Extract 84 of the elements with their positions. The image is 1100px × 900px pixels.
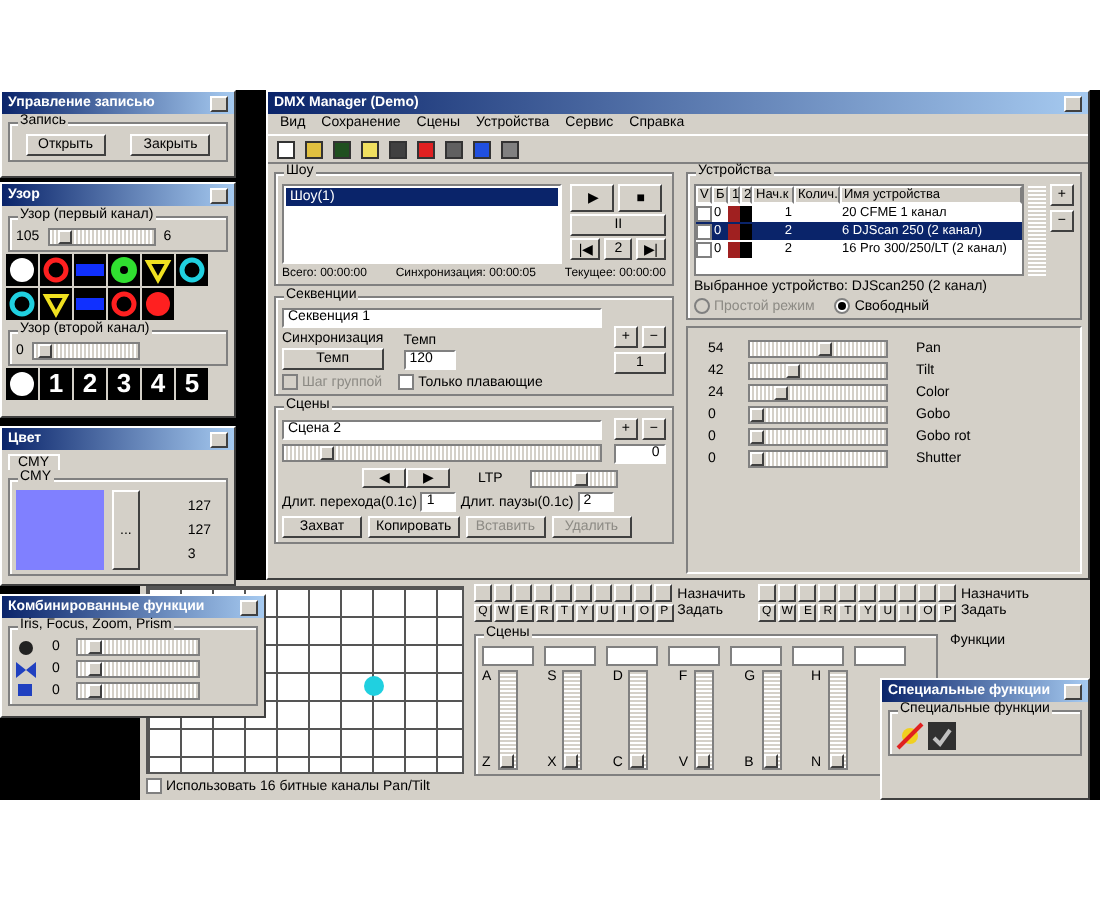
- fader[interactable]: [827, 670, 848, 770]
- toolbar-icon[interactable]: [442, 138, 466, 162]
- gobo-number[interactable]: 4: [142, 368, 174, 400]
- slider-thumb[interactable]: [574, 471, 589, 485]
- gobo-number[interactable]: 3: [108, 368, 140, 400]
- slider[interactable]: [282, 444, 602, 462]
- slider-thumb[interactable]: [38, 344, 53, 358]
- slider-thumb[interactable]: [774, 386, 789, 400]
- gobo-icon[interactable]: [6, 368, 38, 400]
- dropdown[interactable]: [668, 646, 720, 666]
- toolbar-icon[interactable]: [302, 138, 326, 162]
- checkbox[interactable]: [696, 223, 712, 239]
- slider-thumb[interactable]: [88, 684, 103, 698]
- gobo-icon[interactable]: [176, 254, 208, 286]
- toolbar-icon[interactable]: [274, 138, 298, 162]
- gobo-number[interactable]: 1: [40, 368, 72, 400]
- checkbox[interactable]: [146, 778, 162, 794]
- close-button[interactable]: [210, 95, 228, 111]
- checkbox[interactable]: [398, 374, 415, 390]
- toolbar-icon[interactable]: [330, 138, 354, 162]
- close-button[interactable]: [210, 187, 228, 203]
- slider-thumb[interactable]: [320, 446, 335, 460]
- toolbar-icon[interactable]: [498, 138, 522, 162]
- slider-thumb[interactable]: [817, 342, 832, 356]
- fader-thumb[interactable]: [696, 754, 711, 768]
- fader[interactable]: [562, 670, 583, 770]
- slider-thumb[interactable]: [786, 364, 801, 378]
- iris-icon: [16, 639, 36, 655]
- gobo-icon[interactable]: [40, 288, 72, 320]
- slider-thumb[interactable]: [750, 430, 764, 444]
- fader-thumb[interactable]: [499, 754, 514, 768]
- toolbar-icon[interactable]: [386, 138, 410, 162]
- slider[interactable]: [748, 428, 888, 446]
- checkbox[interactable]: [696, 241, 712, 257]
- slider-thumb[interactable]: [88, 640, 103, 654]
- dropdown[interactable]: [792, 646, 844, 666]
- slider[interactable]: [31, 342, 140, 360]
- fader[interactable]: [694, 670, 715, 770]
- gobo-icon[interactable]: [6, 254, 38, 286]
- slider[interactable]: [748, 340, 888, 358]
- dropdown[interactable]: [482, 646, 534, 666]
- gobo-icon[interactable]: [108, 254, 140, 286]
- fader[interactable]: [628, 670, 649, 770]
- slider[interactable]: [530, 469, 619, 487]
- focus-icon: [16, 661, 36, 677]
- position-marker[interactable]: [364, 676, 384, 696]
- dropdown[interactable]: [854, 646, 906, 666]
- toolbar-icon[interactable]: [470, 138, 494, 162]
- slider[interactable]: [75, 660, 200, 678]
- dropdown[interactable]: [544, 646, 596, 666]
- slider[interactable]: [748, 450, 888, 468]
- fader[interactable]: [497, 670, 518, 770]
- radio-button[interactable]: [834, 298, 851, 314]
- fader[interactable]: [761, 670, 782, 770]
- slider[interactable]: [748, 384, 888, 402]
- fader-thumb[interactable]: [630, 754, 645, 768]
- lamp-off-icon[interactable]: [896, 722, 924, 750]
- close-button[interactable]: [210, 431, 228, 447]
- scrollbar[interactable]: [1027, 184, 1046, 276]
- checkbox[interactable]: [696, 205, 712, 221]
- gobo-number[interactable]: 2: [74, 368, 106, 400]
- gobo-icon[interactable]: [6, 288, 38, 320]
- slider[interactable]: [748, 406, 888, 424]
- dropdown[interactable]: [606, 646, 658, 666]
- slider[interactable]: [748, 362, 888, 380]
- gobo-icon[interactable]: [142, 254, 174, 286]
- slider-thumb[interactable]: [750, 408, 764, 422]
- toolbar-icon[interactable]: [414, 138, 438, 162]
- slider-thumb[interactable]: [750, 452, 764, 466]
- close-button[interactable]: [1064, 95, 1082, 111]
- toolbar-icon[interactable]: [358, 138, 382, 162]
- gobo-number[interactable]: 5: [176, 368, 208, 400]
- dropdown[interactable]: [730, 646, 782, 666]
- slider[interactable]: [75, 682, 200, 700]
- close-button[interactable]: [240, 599, 258, 615]
- fader-thumb[interactable]: [564, 754, 579, 768]
- slider[interactable]: [47, 228, 156, 246]
- slider-thumb[interactable]: [58, 230, 73, 244]
- slider-thumb[interactable]: [88, 662, 103, 676]
- slider[interactable]: [75, 638, 200, 656]
- fader-thumb[interactable]: [829, 754, 844, 768]
- close-button[interactable]: [1064, 683, 1082, 699]
- zoom-icon: [16, 683, 36, 699]
- fader-thumb[interactable]: [763, 754, 778, 768]
